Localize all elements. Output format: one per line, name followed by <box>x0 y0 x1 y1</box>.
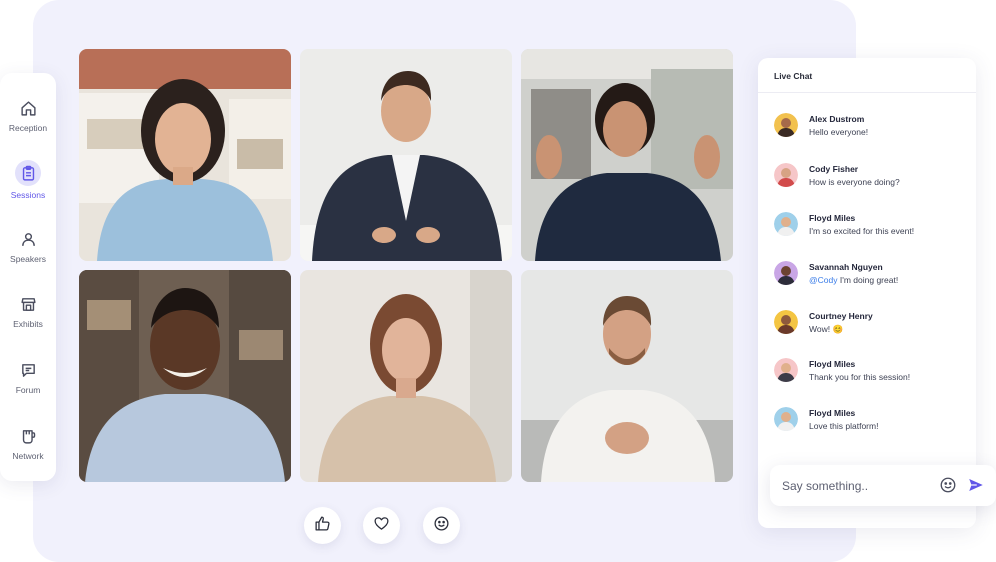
chat-title: Live Chat <box>774 71 813 81</box>
message-author: Floyd Miles <box>809 359 856 369</box>
avatar <box>774 163 798 187</box>
thumbs-up-icon <box>314 515 331 537</box>
store-icon <box>17 293 39 315</box>
sidebar-item-label: Speakers <box>10 254 46 264</box>
chat-message: Floyd Miles I'm so excited for this even… <box>772 212 972 244</box>
smiley-button[interactable] <box>423 507 460 544</box>
message-author: Floyd Miles <box>809 213 856 223</box>
send-button[interactable] <box>967 476 985 494</box>
chat-bubble-icon <box>17 359 39 381</box>
avatar <box>774 261 798 285</box>
avatar <box>774 358 798 382</box>
sidebar-item-network[interactable]: Network <box>0 425 56 477</box>
sidebar-item-reception[interactable]: Reception <box>0 97 56 149</box>
sidebar-item-label: Forum <box>15 385 41 395</box>
sidebar-item-label: Reception <box>8 123 48 133</box>
divider <box>758 92 976 93</box>
sidebar-nav: Reception Sessions Speakers Exhibits For… <box>0 73 56 481</box>
avatar <box>774 212 798 236</box>
video-tile-5[interactable] <box>300 270 512 482</box>
emoji-picker-button[interactable] <box>939 476 957 494</box>
message-body: I'm doing great! <box>839 275 899 285</box>
avatar <box>774 113 798 137</box>
video-tile-3[interactable] <box>521 49 733 261</box>
sidebar-item-sessions[interactable]: Sessions <box>0 160 56 212</box>
participant-video <box>521 270 733 482</box>
participant-video <box>521 49 733 261</box>
message-author: Savannah Nguyen <box>809 262 883 272</box>
message-text: @Cody I'm doing great! <box>809 275 898 285</box>
message-text: How is everyone doing? <box>809 177 900 187</box>
chat-message: Floyd Miles Love this platform! <box>772 407 972 439</box>
smiley-icon <box>433 515 450 537</box>
chat-message: Floyd Miles Thank you for this session! <box>772 358 972 390</box>
avatar <box>774 310 798 334</box>
sidebar-item-label: Sessions <box>10 190 46 200</box>
smiley-icon <box>940 477 956 493</box>
clipboard-icon <box>15 160 41 186</box>
sidebar-item-forum[interactable]: Forum <box>0 359 56 411</box>
message-author: Courtney Henry <box>809 311 873 321</box>
participant-video <box>79 49 291 261</box>
home-icon <box>17 97 39 119</box>
sidebar-item-exhibits[interactable]: Exhibits <box>0 293 56 345</box>
participant-video <box>300 270 512 482</box>
video-tile-4[interactable] <box>79 270 291 482</box>
avatar <box>774 407 798 431</box>
message-author: Alex Dustrom <box>809 114 865 124</box>
chat-message: Alex Dustrom Hello everyone! <box>772 113 972 145</box>
participant-video <box>79 270 291 482</box>
sidebar-item-label: Exhibits <box>13 319 43 329</box>
chat-message: Cody Fisher How is everyone doing? <box>772 163 972 195</box>
chat-message: Savannah Nguyen @Cody I'm doing great! <box>772 261 972 293</box>
thumbs-up-button[interactable] <box>304 507 341 544</box>
message-author: Cody Fisher <box>809 164 859 174</box>
video-tile-1[interactable] <box>79 49 291 261</box>
message-text: I'm so excited for this event! <box>809 226 915 236</box>
message-text: Love this platform! <box>809 421 879 431</box>
message-author: Floyd Miles <box>809 408 856 418</box>
heart-icon <box>373 515 390 537</box>
live-chat-panel: Live Chat Alex Dustrom Hello everyone! C… <box>758 58 976 528</box>
message-text: Wow! 😊 <box>809 324 844 334</box>
sidebar-item-speakers[interactable]: Speakers <box>0 228 56 280</box>
user-icon <box>17 228 39 250</box>
chat-message-input[interactable] <box>782 475 932 496</box>
cup-icon <box>17 425 39 447</box>
video-tile-2[interactable] <box>300 49 512 261</box>
mention[interactable]: @Cody <box>809 275 837 285</box>
video-tile-6[interactable] <box>521 270 733 482</box>
heart-button[interactable] <box>363 507 400 544</box>
send-icon <box>969 479 983 491</box>
chat-message: Courtney Henry Wow! 😊 <box>772 310 972 342</box>
message-text: Hello everyone! <box>809 127 869 137</box>
sidebar-item-label: Network <box>12 451 44 461</box>
message-text: Thank you for this session! <box>809 372 911 382</box>
participant-video <box>300 49 512 261</box>
chat-input-bar <box>770 465 996 506</box>
